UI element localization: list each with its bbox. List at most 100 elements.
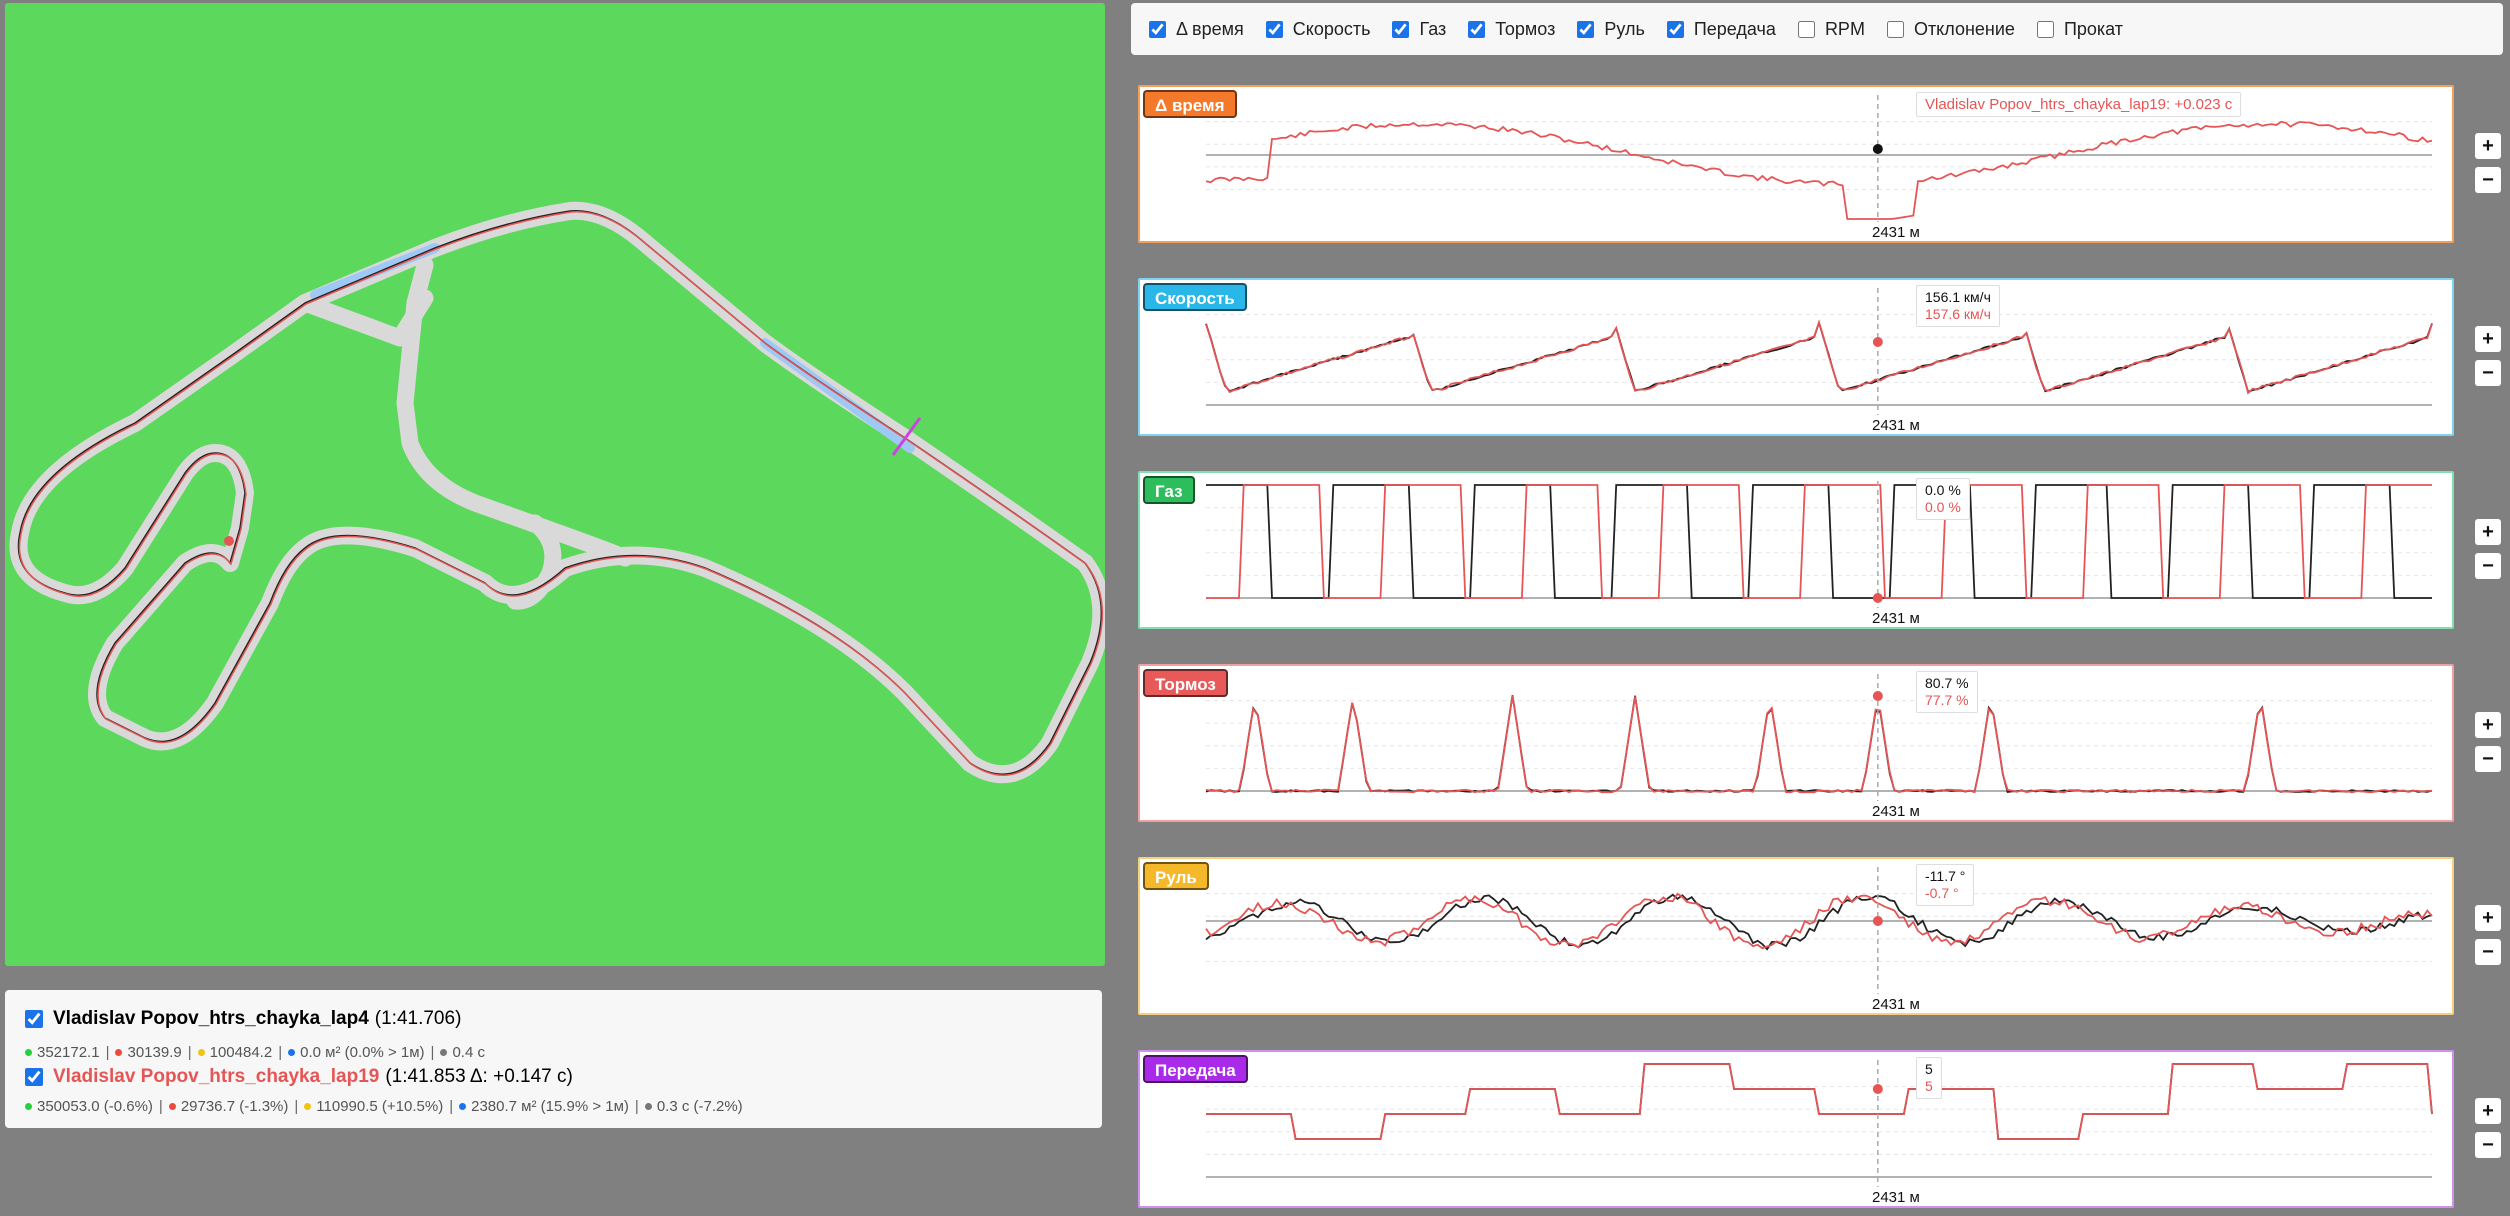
chart-throttle-zoom-out-button[interactable]: −	[2475, 553, 2501, 579]
toggle-delta-checkbox[interactable]	[1149, 20, 1166, 38]
lap-1-name: Vladislav Popov_htrs_chayka_lap4	[53, 1008, 369, 1029]
trace-lap4	[1205, 319, 2433, 393]
cursor-marker	[1872, 1084, 1883, 1094]
red-dot-icon	[168, 1103, 176, 1110]
chart-brake[interactable]: Тормоз 80.7 % 77.7 % 2431 м	[1138, 664, 2454, 822]
chart-throttle-zoom-in-button[interactable]: +	[2475, 519, 2501, 545]
tooltip-value-lap4: 156.1 км/ч	[1925, 289, 1991, 305]
lap-1-time: (1:41.706)	[374, 1008, 462, 1029]
chart-gear-plot[interactable]	[1140, 1052, 2456, 1210]
chart-gear-zoom-in-button[interactable]: +	[2475, 1098, 2501, 1124]
toggle-throttle-checkbox[interactable]	[1392, 20, 1410, 38]
trace-lap4	[1206, 1063, 2433, 1140]
yellow-dot-icon	[304, 1103, 312, 1110]
chart-throttle-title: Газ	[1143, 476, 1195, 504]
track-auxiliary-segments	[296, 256, 634, 610]
lap-2-checkbox[interactable]	[25, 1068, 43, 1086]
cursor-marker	[1872, 144, 1883, 154]
chart-gear-zoom-out-button[interactable]: −	[2475, 1132, 2501, 1158]
chart-brake-distance-label: 2431 м	[1872, 803, 1920, 820]
chart-steer-zoom-out-button[interactable]: −	[2475, 939, 2501, 965]
chart-delta-tooltip: Vladislav Popov_htrs_chayka_lap19: +0.02…	[1916, 92, 2242, 117]
track-map[interactable]	[5, 3, 1105, 966]
toggle-gear[interactable]: Передача	[1666, 19, 1776, 40]
chart-gear[interactable]: Передача 5 5 2431 м	[1138, 1050, 2454, 1208]
separator: |	[278, 1044, 283, 1061]
separator: |	[294, 1098, 299, 1115]
cursor-position-marker	[224, 536, 234, 546]
lap-1-stat-1-text: 352172.1	[37, 1044, 100, 1061]
toggle-rolling[interactable]: Прокат	[2036, 18, 2124, 40]
chart-delta-title: Δ время	[1143, 90, 1237, 118]
toggle-brake-checkbox[interactable]	[1468, 20, 1486, 38]
chart-speed[interactable]: Скорость 156.1 км/ч 157.6 км/ч 2431 м	[1138, 278, 2454, 436]
toggle-speed-checkbox[interactable]	[1265, 20, 1283, 38]
chart-delta[interactable]: Δ время Vladislav Popov_htrs_chayka_lap19…	[1138, 85, 2454, 243]
lap-1-stat-5-text: 0.4 с	[452, 1044, 485, 1061]
chart-steer-zoom-in-button[interactable]: +	[2475, 905, 2501, 931]
trace-lap19	[1206, 1063, 2433, 1140]
toggle-steer[interactable]: Руль	[1577, 19, 1645, 40]
chart-brake-plot[interactable]	[1140, 666, 2456, 824]
toggle-rpm-checkbox[interactable]	[1797, 20, 1815, 38]
lap-1-stat-2: 30139.9	[115, 1044, 182, 1061]
track-surface	[9, 201, 1105, 784]
toggle-gear-checkbox[interactable]	[1666, 20, 1684, 38]
lap-1-checkbox[interactable]	[25, 1010, 43, 1028]
lap-2-stat-2: 29736.7 (-1.3%)	[168, 1098, 288, 1115]
chart-throttle-distance-label: 2431 м	[1872, 610, 1920, 627]
toggle-rolling-checkbox[interactable]	[2036, 20, 2054, 38]
separator: |	[105, 1044, 110, 1061]
separator: |	[158, 1098, 163, 1115]
toggle-brake[interactable]: Тормоз	[1468, 19, 1555, 40]
toggle-speed[interactable]: Скорость	[1265, 19, 1370, 40]
tooltip-value-lap19: 5	[1925, 1078, 1933, 1094]
chart-delta-zoom-in-button[interactable]: +	[2475, 133, 2501, 159]
toggle-deviation-label: Отклонение	[1913, 18, 2015, 39]
chart-speed-zoom-in-button[interactable]: +	[2475, 326, 2501, 352]
toggle-delta[interactable]: Δ время	[1149, 19, 1244, 40]
grey-dot-icon	[440, 1049, 448, 1056]
tooltip-value-lap4: 5	[1925, 1061, 1933, 1077]
chart-delta-zoom-out-button[interactable]: −	[2475, 167, 2501, 193]
toggle-steer-checkbox[interactable]	[1577, 20, 1595, 38]
chart-throttle-plot[interactable]	[1140, 473, 2456, 631]
channel-toolbar: Δ время Скорость Газ Тормоз Руль Передач…	[1131, 3, 2503, 55]
lap-1-stat-5: 0.4 с	[440, 1044, 485, 1061]
chart-steer-title: Руль	[1143, 862, 1209, 890]
chart-speed-tooltip: 156.1 км/ч 157.6 км/ч	[1916, 285, 2000, 327]
separator: |	[449, 1098, 454, 1115]
chart-throttle[interactable]: Газ 0.0 % 0.0 % 2431 м	[1138, 471, 2454, 629]
toggle-throttle[interactable]: Газ	[1392, 19, 1446, 40]
chart-speed-distance-label: 2431 м	[1872, 417, 1920, 434]
chart-steer-plot[interactable]	[1140, 859, 2456, 1017]
chart-brake-zoom-in-button[interactable]: +	[2475, 712, 2501, 738]
chart-brake-tooltip: 80.7 % 77.7 %	[1916, 671, 1978, 713]
toggle-deviation-checkbox[interactable]	[1886, 20, 1904, 38]
chart-speed-plot[interactable]	[1140, 280, 2456, 438]
lap-2-stat-3: 110990.5 (+10.5%)	[304, 1098, 443, 1115]
lap-2-stat-1-text: 350053.0 (-0.6%)	[37, 1098, 153, 1115]
chart-brake-zoom-out-button[interactable]: −	[2475, 746, 2501, 772]
track-map-canvas[interactable]	[5, 3, 1105, 966]
chart-steer[interactable]: Руль -11.7 ° -0.7 ° 2431 м	[1138, 857, 2454, 1015]
trace-lap19	[1205, 120, 2433, 220]
lap-row-2: Vladislav Popov_htrs_chayka_lap19 (1:41.…	[25, 1066, 573, 1088]
lap-2-stat-4-text: 2380.7 м² (15.9% > 1м)	[471, 1098, 629, 1115]
yellow-dot-icon	[197, 1049, 205, 1056]
green-dot-icon	[25, 1049, 32, 1056]
red-dot-icon	[115, 1049, 123, 1056]
lap-1-stat-4: 0.0 м² (0.0% > 1м)	[288, 1044, 425, 1061]
toggle-deviation[interactable]: Отклонение	[1886, 18, 2015, 40]
chart-speed-zoom-out-button[interactable]: −	[2475, 360, 2501, 386]
laps-panel: Vladislav Popov_htrs_chayka_lap4 (1:41.7…	[5, 990, 1102, 1128]
trace-lap4	[1205, 695, 2433, 794]
chart-steer-tooltip: -11.7 ° -0.7 °	[1916, 864, 1975, 906]
chart-delta-plot[interactable]	[1140, 87, 2456, 245]
toggle-rolling-label: Прокат	[2063, 18, 2124, 39]
chart-gear-tooltip: 55	[1916, 1057, 1942, 1099]
toggle-rpm[interactable]: RPM	[1797, 18, 1865, 40]
toggle-rpm-label: RPM	[1824, 18, 1865, 39]
toggle-throttle-label: Газ	[1419, 18, 1447, 39]
chart-brake-title: Тормоз	[1143, 669, 1228, 697]
